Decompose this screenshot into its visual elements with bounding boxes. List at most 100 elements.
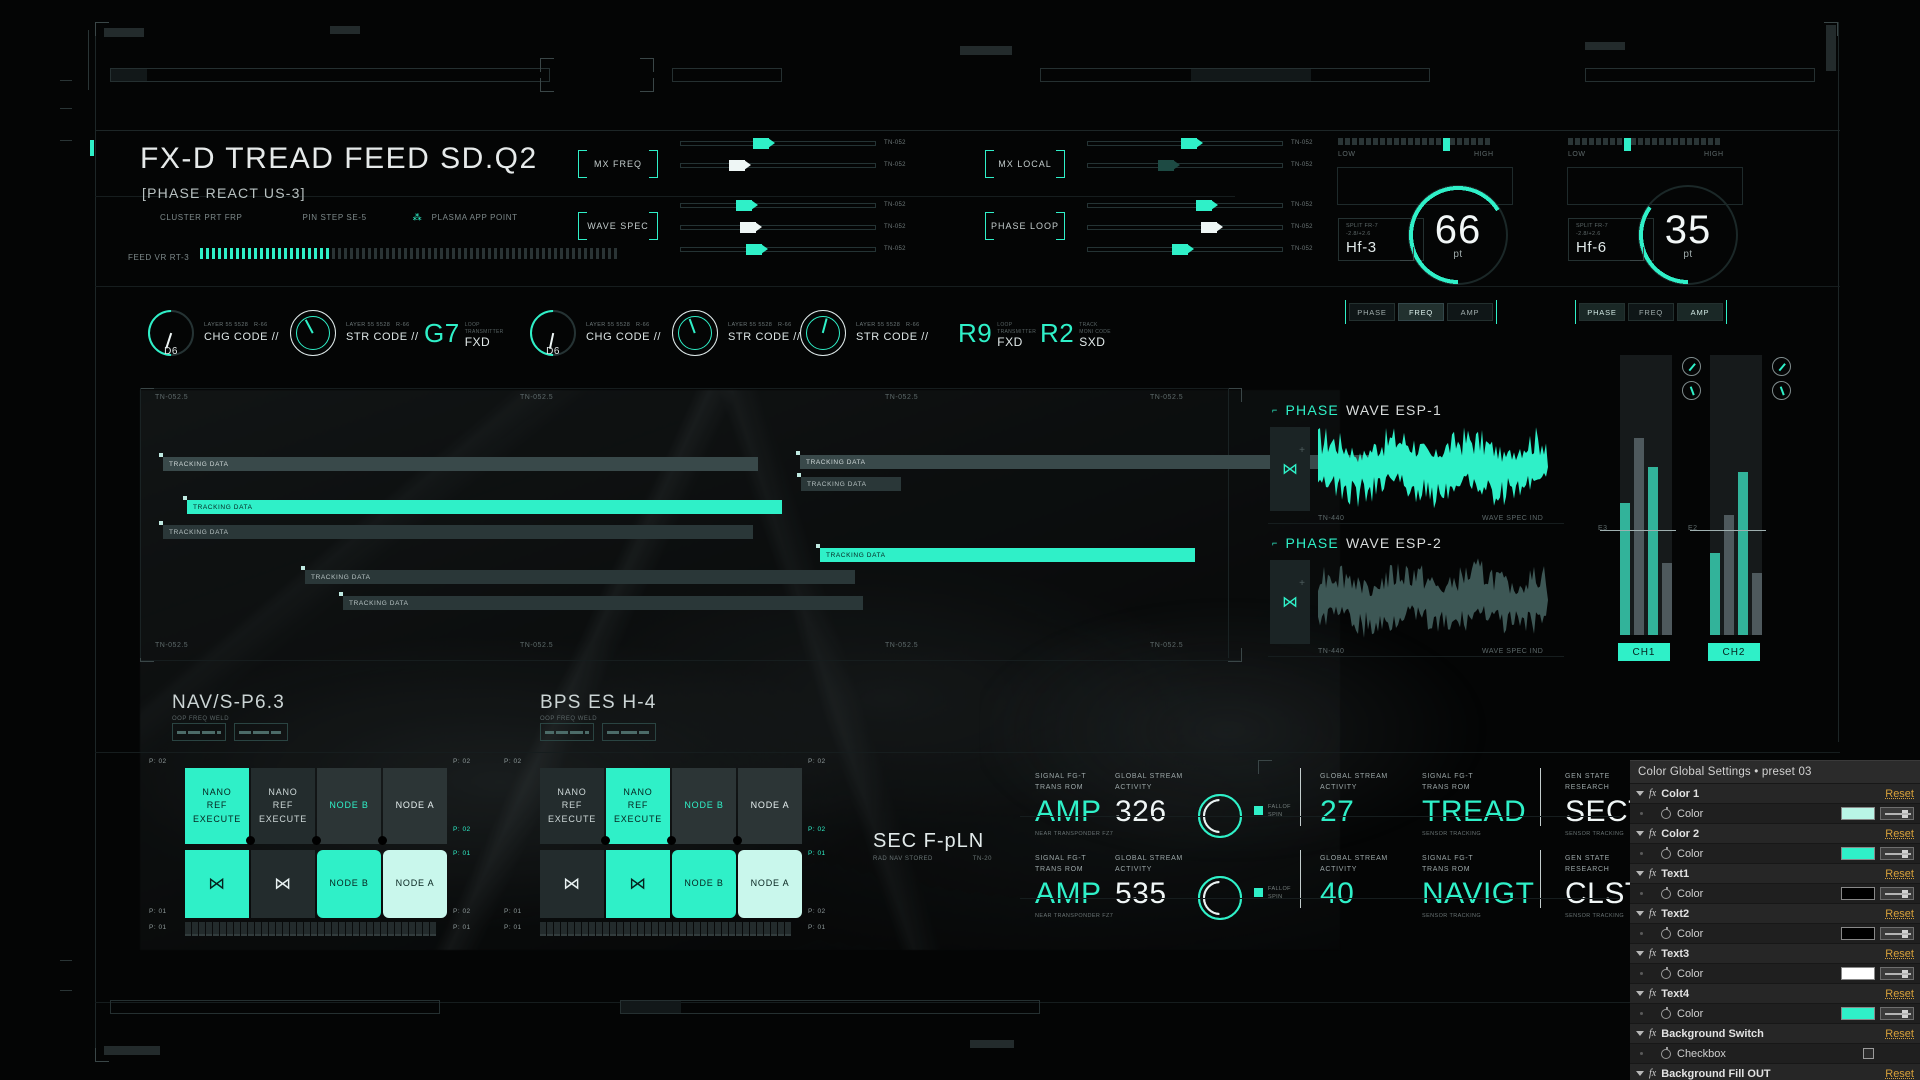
node-card[interactable]: ⋈ <box>540 850 604 918</box>
slider-row[interactable] <box>680 200 876 210</box>
color-swatch[interactable] <box>1841 1007 1875 1020</box>
color-swatch[interactable] <box>1841 927 1875 940</box>
chevron-down-icon[interactable] <box>1636 991 1644 996</box>
slider-track[interactable] <box>680 247 876 252</box>
node-card[interactable]: NANO REF EXECUTE <box>606 768 670 844</box>
nav-control-pill[interactable] <box>234 723 288 741</box>
settings-property-row[interactable]: Color <box>1630 843 1920 863</box>
meter-knob[interactable] <box>1682 357 1701 376</box>
nav-control-pill[interactable] <box>540 723 594 741</box>
tab-phase[interactable]: PHASE <box>1349 303 1395 321</box>
settings-effect-row[interactable]: fx Text2 Reset <box>1630 903 1920 923</box>
node-card[interactable]: NODE B <box>672 768 736 844</box>
node-card[interactable]: NANO REF EXECUTE <box>540 768 604 844</box>
reset-link[interactable]: Reset <box>1885 788 1914 800</box>
slider-handle[interactable] <box>1196 200 1218 211</box>
chevron-down-icon[interactable] <box>1636 911 1644 916</box>
slider-track[interactable] <box>680 141 876 146</box>
knob-dial[interactable] <box>290 310 336 356</box>
stopwatch-icon[interactable] <box>1661 889 1671 899</box>
slider-handle[interactable] <box>1181 138 1203 149</box>
tab-phase[interactable]: PHASE <box>1579 303 1625 321</box>
color-slider[interactable] <box>1880 887 1914 900</box>
node-card[interactable]: ⋈ <box>185 850 249 918</box>
slider-handle[interactable] <box>729 160 751 171</box>
stopwatch-icon[interactable] <box>1661 809 1671 819</box>
meter-channel-label[interactable]: CH2 <box>1708 643 1760 661</box>
slider-track[interactable] <box>1087 203 1283 208</box>
settings-property-row[interactable]: Checkbox <box>1630 1043 1920 1063</box>
meter-knob[interactable] <box>1772 357 1791 376</box>
slider-track[interactable] <box>680 163 876 168</box>
node-card[interactable]: ⋈ <box>606 850 670 918</box>
tab-amp[interactable]: AMP <box>1447 303 1493 321</box>
checkbox[interactable] <box>1863 1048 1874 1059</box>
color-slider[interactable] <box>1880 847 1914 860</box>
node-card[interactable]: NODE A <box>383 850 447 918</box>
settings-effect-row[interactable]: fx Color 1 Reset <box>1630 783 1920 803</box>
settings-property-row[interactable]: Color <box>1630 803 1920 823</box>
settings-effect-row[interactable]: fx Background Switch Reset <box>1630 1023 1920 1043</box>
knob-dial[interactable] <box>672 310 718 356</box>
chevron-down-icon[interactable] <box>1636 1031 1644 1036</box>
nav-control-pill[interactable] <box>172 723 226 741</box>
slider-row[interactable] <box>1087 244 1283 254</box>
slider-handle[interactable] <box>1201 222 1223 233</box>
node-card[interactable]: NODE B <box>317 768 381 844</box>
reset-link[interactable]: Reset <box>1885 908 1914 920</box>
chevron-down-icon[interactable] <box>1636 871 1644 876</box>
gauge[interactable]: 66 pt <box>1408 185 1508 285</box>
slider-row[interactable] <box>680 160 876 170</box>
wave-pad[interactable]: ⋈ + <box>1270 427 1310 511</box>
slider-row[interactable] <box>680 138 876 148</box>
color-swatch[interactable] <box>1841 847 1875 860</box>
node-card[interactable]: NANO REF EXECUTE <box>185 768 249 844</box>
reset-link[interactable]: Reset <box>1885 868 1914 880</box>
slider-row[interactable] <box>680 244 876 254</box>
settings-property-row[interactable]: Color <box>1630 883 1920 903</box>
tab-freq[interactable]: FREQ <box>1628 303 1674 321</box>
settings-effect-row[interactable]: fx Text3 Reset <box>1630 943 1920 963</box>
reset-link[interactable]: Reset <box>1885 1028 1914 1040</box>
stopwatch-icon[interactable] <box>1661 1049 1671 1059</box>
settings-effect-row[interactable]: fx Text4 Reset <box>1630 983 1920 1003</box>
meter-knob[interactable] <box>1772 381 1791 400</box>
color-slider[interactable] <box>1880 807 1914 820</box>
gauge[interactable]: 35 pt <box>1638 185 1738 285</box>
slider-row[interactable] <box>1087 160 1283 170</box>
slider-row[interactable] <box>1087 138 1283 148</box>
meter-knob[interactable] <box>1682 381 1701 400</box>
chevron-down-icon[interactable] <box>1636 1071 1644 1076</box>
node-card[interactable]: ⋈ <box>251 850 315 918</box>
knob-dial[interactable]: D6 <box>530 310 576 356</box>
chevron-down-icon[interactable] <box>1636 831 1644 836</box>
node-card[interactable]: NODE A <box>738 768 802 844</box>
settings-effect-row[interactable]: fx Color 2 Reset <box>1630 823 1920 843</box>
stopwatch-icon[interactable] <box>1661 1009 1671 1019</box>
slider-row[interactable] <box>1087 200 1283 210</box>
chevron-down-icon[interactable] <box>1636 951 1644 956</box>
color-slider[interactable] <box>1880 967 1914 980</box>
wave-pad[interactable]: ⋈ + <box>1270 560 1310 644</box>
slider-handle[interactable] <box>740 222 762 233</box>
reset-link[interactable]: Reset <box>1885 948 1914 960</box>
node-card[interactable]: NODE A <box>738 850 802 918</box>
reset-link[interactable]: Reset <box>1885 828 1914 840</box>
knob-dial[interactable] <box>800 310 846 356</box>
slider-track[interactable] <box>680 203 876 208</box>
settings-effect-row[interactable]: fx Background Fill OUT Reset <box>1630 1063 1920 1080</box>
settings-property-row[interactable]: Color <box>1630 923 1920 943</box>
color-swatch[interactable] <box>1841 887 1875 900</box>
chevron-down-icon[interactable] <box>1636 791 1644 796</box>
node-card[interactable]: NANO REF EXECUTE <box>251 768 315 844</box>
tab-freq[interactable]: FREQ <box>1398 303 1444 321</box>
slider-handle[interactable] <box>1158 160 1180 171</box>
settings-property-row[interactable]: Color <box>1630 1003 1920 1023</box>
nav-control-pill[interactable] <box>602 723 656 741</box>
color-swatch[interactable] <box>1841 807 1875 820</box>
meter-channel-label[interactable]: CH1 <box>1618 643 1670 661</box>
reset-link[interactable]: Reset <box>1885 1068 1914 1080</box>
node-card[interactable]: NODE A <box>383 768 447 844</box>
slider-handle[interactable] <box>1172 244 1194 255</box>
slider-handle[interactable] <box>746 244 768 255</box>
